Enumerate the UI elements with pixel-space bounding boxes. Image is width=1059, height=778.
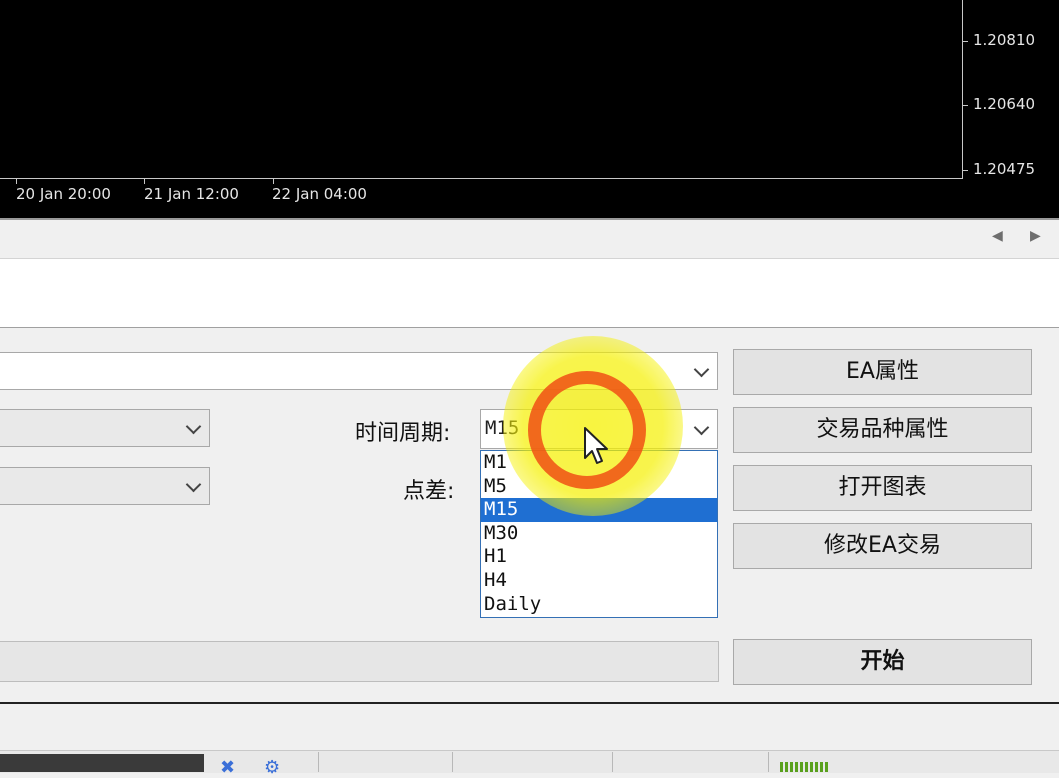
- ea-properties-button[interactable]: EA属性: [733, 349, 1032, 395]
- mouse-pointer-icon: [584, 427, 608, 464]
- price-tick: [962, 170, 968, 171]
- model-select[interactable]: [0, 467, 210, 505]
- period-option[interactable]: M30: [481, 522, 717, 546]
- time-tick: [273, 178, 274, 184]
- scroll-right-icon[interactable]: ▶: [1030, 228, 1041, 244]
- time-tick: [144, 178, 145, 184]
- start-button[interactable]: 开始: [733, 639, 1032, 685]
- period-option[interactable]: Daily: [481, 593, 717, 617]
- chevron-down-icon: [185, 418, 202, 435]
- period-option[interactable]: H1: [481, 545, 717, 569]
- symbol-select[interactable]: [0, 409, 210, 447]
- separator: [318, 752, 319, 772]
- pin-icon[interactable]: ✖: [220, 757, 235, 778]
- separator: [452, 752, 453, 772]
- chart-scrollbar[interactable]: ◀ ▶: [0, 220, 1059, 259]
- period-option[interactable]: H4: [481, 569, 717, 593]
- period-label: 时间周期:: [355, 421, 451, 446]
- separator: [768, 752, 769, 772]
- chevron-down-icon: [693, 361, 710, 378]
- chevron-down-icon: [693, 419, 710, 436]
- price-label: 1.20640: [973, 95, 1036, 113]
- time-label: 21 Jan 12:00: [144, 185, 239, 203]
- spread-label: 点差:: [403, 479, 455, 504]
- separator: [612, 752, 613, 772]
- time-label: 22 Jan 04:00: [272, 185, 367, 203]
- price-label: 1.20475: [973, 160, 1036, 178]
- tab-header-area: [0, 259, 1059, 328]
- taskbar-dark-region: [0, 754, 204, 772]
- modify-ea-button[interactable]: 修改EA交易: [733, 523, 1032, 569]
- open-chart-button[interactable]: 打开图表: [733, 465, 1032, 511]
- progress-bar: [0, 641, 719, 682]
- time-label: 20 Jan 20:00: [16, 185, 111, 203]
- gear-icon[interactable]: ⚙: [264, 757, 280, 778]
- symbol-properties-button[interactable]: 交易品种属性: [733, 407, 1032, 453]
- price-chart[interactable]: 1.20810 1.20640 1.20475 20 Jan 20:00 21 …: [0, 0, 1059, 220]
- time-tick: [16, 178, 17, 184]
- connection-status-icon: [780, 762, 828, 772]
- price-axis: [962, 0, 963, 178]
- price-tick: [962, 105, 968, 106]
- chevron-down-icon: [185, 476, 202, 493]
- scroll-left-icon[interactable]: ◀: [992, 228, 1003, 244]
- price-label: 1.20810: [973, 31, 1036, 49]
- price-tick: [962, 41, 968, 42]
